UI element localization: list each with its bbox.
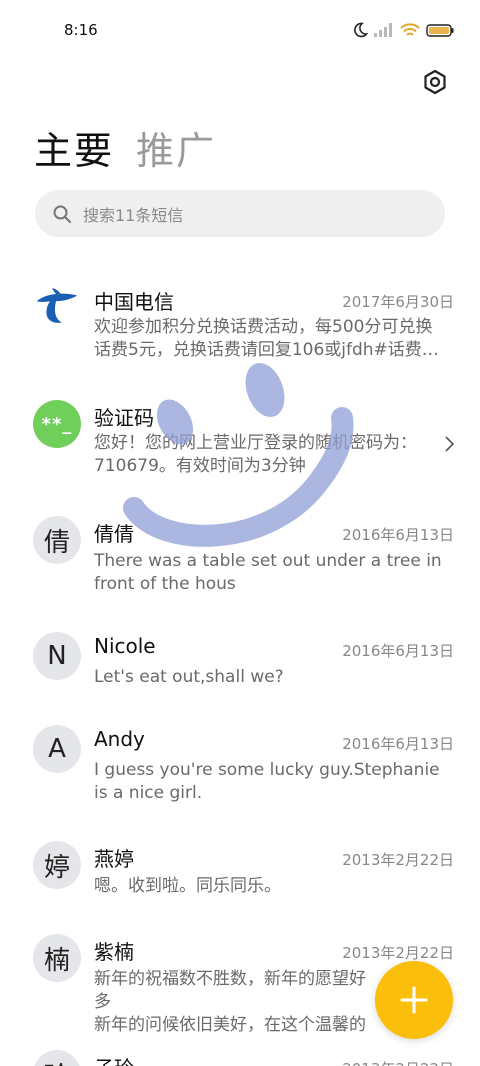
message-preview: Let's eat out,shall we? bbox=[94, 666, 449, 689]
message-row[interactable]: 倩 倩倩 2016年6月13日 There was a table set ou… bbox=[0, 516, 480, 606]
message-date: 2016年6月13日 bbox=[342, 735, 454, 753]
battery-icon bbox=[426, 23, 454, 37]
contact-avatar: 楠 bbox=[33, 934, 81, 982]
status-icons bbox=[352, 22, 454, 38]
message-row[interactable]: 婷 燕婷 2013年2月22日 嗯。收到啦。同乐同乐。 bbox=[0, 841, 480, 911]
settings-button[interactable] bbox=[420, 67, 450, 97]
message-row[interactable]: N Nicole 2016年6月13日 Let's eat out,shall … bbox=[0, 632, 480, 702]
message-date: 2016年6月13日 bbox=[342, 526, 454, 544]
wifi-icon bbox=[400, 22, 420, 36]
preview-line: 新年的问候依旧美好，在这个温馨的 bbox=[94, 1015, 366, 1035]
message-preview: 新年的祝福数不胜数，新年的愿望好多 新年的问候依旧美好，在这个温馨的 bbox=[94, 968, 374, 1037]
message-preview: There was a table set out under a tree i… bbox=[94, 550, 449, 596]
preview-line: 欢迎参加积分兑换话费活动，每500分可兑换 bbox=[94, 317, 433, 337]
verification-avatar: **_ bbox=[33, 400, 81, 448]
contact-avatar: A bbox=[33, 725, 81, 773]
plus-icon bbox=[400, 986, 428, 1014]
gear-icon bbox=[424, 69, 446, 95]
contact-name: 紫楠 bbox=[94, 940, 134, 964]
contact-avatar: 玲 bbox=[33, 1050, 81, 1066]
contact-name: 子玲 bbox=[94, 1052, 134, 1066]
contact-name: Andy bbox=[94, 727, 145, 751]
preview-line: 您好！您的网上营业厅登录的随机密码为： bbox=[94, 433, 417, 453]
moon-icon bbox=[354, 22, 368, 38]
message-date: 2017年6月30日 bbox=[342, 293, 454, 311]
tab-promotions[interactable]: 推广 bbox=[136, 120, 216, 175]
message-row[interactable]: 玲 子玲 2013年2月22日 bbox=[0, 1050, 480, 1066]
message-date: 2013年2月22日 bbox=[342, 944, 454, 962]
preview-line: 新年的祝福数不胜数，新年的愿望好多 bbox=[94, 969, 366, 1012]
contact-avatar: 婷 bbox=[33, 841, 81, 889]
preview-line: front of the hous bbox=[94, 574, 236, 594]
status-time: 8:16 bbox=[64, 21, 98, 39]
message-date: 2013年2月22日 bbox=[342, 851, 454, 869]
message-row[interactable]: **_ 验证码 您好！您的网上营业厅登录的随机密码为： 710679。有效时间为… bbox=[0, 400, 480, 490]
search-bar[interactable]: 搜索11条短信 bbox=[35, 190, 445, 237]
contact-avatar: N bbox=[33, 632, 81, 680]
message-preview: I guess you're some lucky guy.Stephanie … bbox=[94, 759, 449, 805]
message-row[interactable]: 中国电信 2017年6月30日 欢迎参加积分兑换话费活动，每500分可兑换 话费… bbox=[0, 282, 480, 382]
new-message-button[interactable] bbox=[375, 961, 453, 1039]
chevron-right-icon[interactable] bbox=[442, 434, 456, 454]
preview-line: I guess you're some lucky guy.Stephanie bbox=[94, 760, 440, 780]
preview-line: 嗯。收到啦。同乐同乐。 bbox=[94, 876, 281, 896]
message-preview: 您好！您的网上营业厅登录的随机密码为： 710679。有效时间为3分钟 bbox=[94, 432, 449, 478]
message-date: 2013年2月22日 bbox=[342, 1058, 454, 1066]
search-placeholder: 搜索11条短信 bbox=[83, 205, 184, 225]
preview-line: is a nice girl. bbox=[94, 783, 203, 803]
message-row[interactable]: A Andy 2016年6月13日 I guess you're some lu… bbox=[0, 725, 480, 815]
status-bar: 8:16 bbox=[0, 0, 480, 60]
contact-name: 燕婷 bbox=[94, 847, 134, 871]
search-icon bbox=[51, 203, 73, 225]
contact-name: 验证码 bbox=[94, 406, 154, 430]
china-telecom-logo bbox=[33, 284, 81, 332]
contact-name: 中国电信 bbox=[94, 290, 174, 314]
contact-avatar: 倩 bbox=[33, 516, 81, 564]
message-preview: 欢迎参加积分兑换话费活动，每500分可兑换 话费5元，兑换话费请回复106或jf… bbox=[94, 316, 449, 362]
contact-name: Nicole bbox=[94, 634, 156, 658]
preview-line: 话费5元，兑换话费请回复106或jfdh#话费… bbox=[94, 340, 439, 360]
preview-line: There was a table set out under a tree i… bbox=[94, 551, 442, 571]
tab-bar: 主要 推广 bbox=[34, 120, 216, 175]
message-date: 2016年6月13日 bbox=[342, 642, 454, 660]
preview-line: 710679。有效时间为3分钟 bbox=[94, 456, 306, 476]
signal-icon bbox=[374, 23, 392, 37]
preview-line: Let's eat out,shall we? bbox=[94, 667, 284, 687]
tab-primary[interactable]: 主要 bbox=[34, 120, 114, 175]
message-preview: 嗯。收到啦。同乐同乐。 bbox=[94, 875, 449, 898]
contact-name: 倩倩 bbox=[94, 522, 134, 546]
